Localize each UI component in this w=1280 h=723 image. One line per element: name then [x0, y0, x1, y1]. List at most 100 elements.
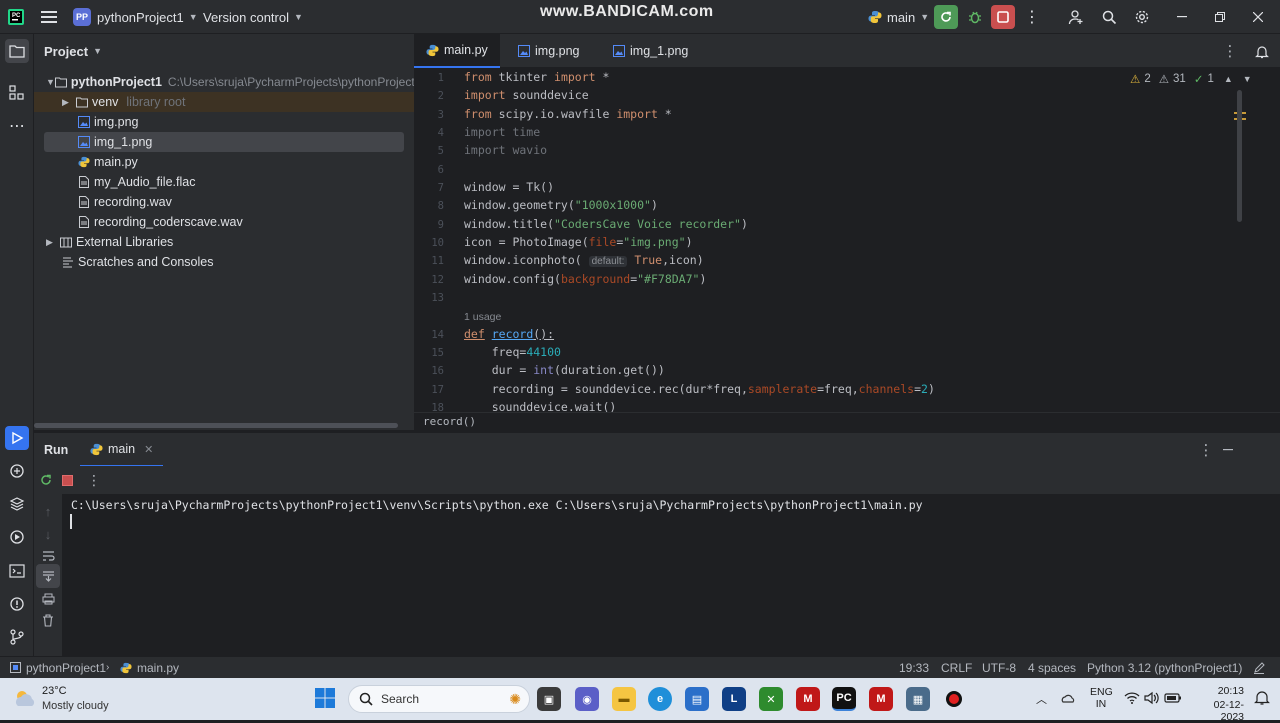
mcafee-icon[interactable]: M: [796, 687, 820, 711]
tab-img-png[interactable]: img.png: [518, 34, 579, 68]
settings-button[interactable]: [1130, 5, 1154, 29]
tree-item-scratches[interactable]: Scratches and Consoles: [34, 252, 414, 272]
more-tools-icon[interactable]: ⋯: [5, 114, 29, 138]
notification-center-icon[interactable]: [1254, 690, 1270, 709]
services-tool-button[interactable]: [5, 525, 29, 549]
rerun-button[interactable]: [934, 5, 958, 29]
tab-main-py[interactable]: main.py: [414, 34, 500, 68]
horizontal-scrollbar[interactable]: [34, 423, 398, 428]
project-panel-header[interactable]: Project ▼: [44, 34, 102, 68]
debug-button[interactable]: [963, 5, 987, 29]
file-icon: [79, 216, 89, 228]
stop-button[interactable]: [55, 468, 79, 492]
run-config-selector[interactable]: main ▼: [868, 0, 929, 34]
indent-setting[interactable]: 4 spaces: [1028, 657, 1076, 678]
teams-chat-icon[interactable]: ◉: [575, 687, 599, 711]
run-tab-main[interactable]: main ✕: [80, 433, 164, 467]
python-packages-button[interactable]: [5, 459, 29, 483]
wifi-icon[interactable]: [1124, 691, 1140, 708]
minimize-button[interactable]: [1170, 5, 1194, 29]
restore-button[interactable]: [1208, 5, 1232, 29]
image-file-icon: [613, 45, 625, 57]
run-console[interactable]: C:\Users\sruja\PycharmProjects\pythonPro…: [62, 494, 1246, 656]
project-tool-button[interactable]: [5, 39, 29, 63]
taskbar-search-box[interactable]: Search ✺: [348, 685, 530, 713]
chevron-down-icon: ▼: [93, 46, 102, 56]
file-encoding[interactable]: UTF-8: [982, 657, 1016, 678]
scroll-to-end-button[interactable]: [36, 564, 60, 588]
run-tool-button[interactable]: [5, 426, 29, 450]
lenovo-l-icon[interactable]: L: [722, 687, 746, 711]
run-toolbar: ⋮: [34, 466, 1280, 494]
pycharm-taskbar-icon[interactable]: PC: [832, 687, 856, 711]
tree-item-flac[interactable]: my_Audio_file.flac: [34, 172, 414, 192]
volume-icon[interactable]: [1144, 691, 1160, 708]
project-switcher[interactable]: PP pythonProject1 ▼: [73, 0, 198, 34]
stop-button[interactable]: [991, 5, 1015, 29]
more-actions-icon[interactable]: ⋮: [1020, 5, 1044, 29]
more-actions-icon[interactable]: ⋮: [82, 468, 106, 492]
readonly-toggle-icon[interactable]: [1253, 657, 1265, 678]
python-interpreter[interactable]: Python 3.12 (pythonProject1): [1087, 657, 1242, 678]
weather-temp[interactable]: 23°C: [42, 685, 67, 697]
tab-label: main.py: [444, 43, 488, 57]
language-indicator[interactable]: ENG IN: [1090, 686, 1113, 710]
main-menu-icon[interactable]: [37, 5, 61, 29]
tree-item-img-1[interactable]: img_1.png: [44, 132, 404, 152]
weather-icon[interactable]: [12, 686, 38, 712]
onedrive-icon[interactable]: [1061, 690, 1077, 709]
task-view-icon[interactable]: ▣: [537, 687, 561, 711]
tree-item-coderscave-wav[interactable]: recording_coderscave.wav: [34, 212, 414, 232]
close-tab-icon[interactable]: ✕: [144, 443, 153, 456]
hide-panel-button[interactable]: [1216, 438, 1240, 462]
clear-console-button[interactable]: [36, 608, 60, 632]
tree-item-recording-wav[interactable]: recording.wav: [34, 192, 414, 212]
line-separator[interactable]: CRLF: [941, 657, 972, 678]
arrow-down-icon[interactable]: ↓: [36, 522, 60, 546]
tree-item-main-py[interactable]: main.py: [34, 152, 414, 172]
vcs-menu[interactable]: Version control ▼: [203, 0, 303, 34]
status-crumb-file[interactable]: main.py: [120, 657, 179, 678]
add-user-button[interactable]: [1064, 5, 1088, 29]
trash-icon: [43, 613, 53, 627]
notifications-button[interactable]: [1250, 39, 1274, 63]
weather-desc[interactable]: Mostly cloudy: [42, 700, 109, 712]
code-editor[interactable]: ⚠ 2 ⚠ 31 ✓ 1 ▲ ▼ 1 2 3 4 5 6 7 8 9 10 11 12…: [414, 68, 1280, 412]
caret-position[interactable]: 19:33: [899, 657, 929, 678]
tree-item-project-root[interactable]: ▼ pythonProject1 C:\Users\sruja\PycharmP…: [34, 72, 421, 92]
terminal-tool-button[interactable]: [5, 559, 29, 583]
usage-hint[interactable]: 1 usage: [464, 311, 501, 323]
tree-item-venv[interactable]: ▶ venv library root: [34, 92, 414, 112]
close-window-button[interactable]: [1246, 5, 1270, 29]
code-line: icon = PhotoImage(file="img.png"): [464, 235, 693, 249]
problems-tool-button[interactable]: [5, 592, 29, 616]
chevron-up-icon[interactable]: ︿: [1036, 691, 1047, 707]
inspection-widget[interactable]: ⚠ 2 ⚠ 31 ✓ 1 ▲ ▼: [1130, 72, 1252, 86]
chevron-up-icon[interactable]: ▲: [1224, 74, 1233, 84]
mcafee-shield-icon[interactable]: M: [869, 687, 893, 711]
tree-item-external-libraries[interactable]: ▶ External Libraries: [34, 232, 414, 252]
vertical-scrollbar[interactable]: [1237, 90, 1242, 222]
breadcrumb-item[interactable]: record(): [423, 415, 476, 428]
git-tool-button[interactable]: [5, 625, 29, 649]
minimize-icon: [1177, 16, 1187, 18]
search-button[interactable]: [1097, 5, 1121, 29]
windows-start-icon[interactable]: [314, 687, 338, 711]
layers-tool-button[interactable]: [5, 492, 29, 516]
status-crumb-project[interactable]: pythonProject1: [10, 657, 106, 678]
bandicam-record-icon[interactable]: [942, 687, 966, 711]
chevron-down-icon[interactable]: ▼: [1243, 74, 1252, 84]
run-options-icon[interactable]: ⋮: [1194, 438, 1218, 462]
structure-tool-button[interactable]: [5, 81, 29, 105]
taskbar-clock[interactable]: 20:13 02-12-2023: [1192, 685, 1244, 723]
python-idle-icon[interactable]: ▦: [906, 687, 930, 711]
tree-item-img[interactable]: img.png: [34, 112, 414, 132]
tab-actions-icon[interactable]: ⋮: [1218, 39, 1242, 63]
xbox-icon[interactable]: ✕: [759, 687, 783, 711]
edge-browser-icon[interactable]: e: [648, 687, 672, 711]
tab-img-1-png[interactable]: img_1.png: [613, 34, 688, 68]
store-icon[interactable]: ▤: [685, 687, 709, 711]
arrow-up-icon[interactable]: ↑: [36, 499, 60, 523]
file-explorer-icon[interactable]: ▬: [612, 687, 636, 711]
battery-icon[interactable]: [1164, 691, 1182, 708]
